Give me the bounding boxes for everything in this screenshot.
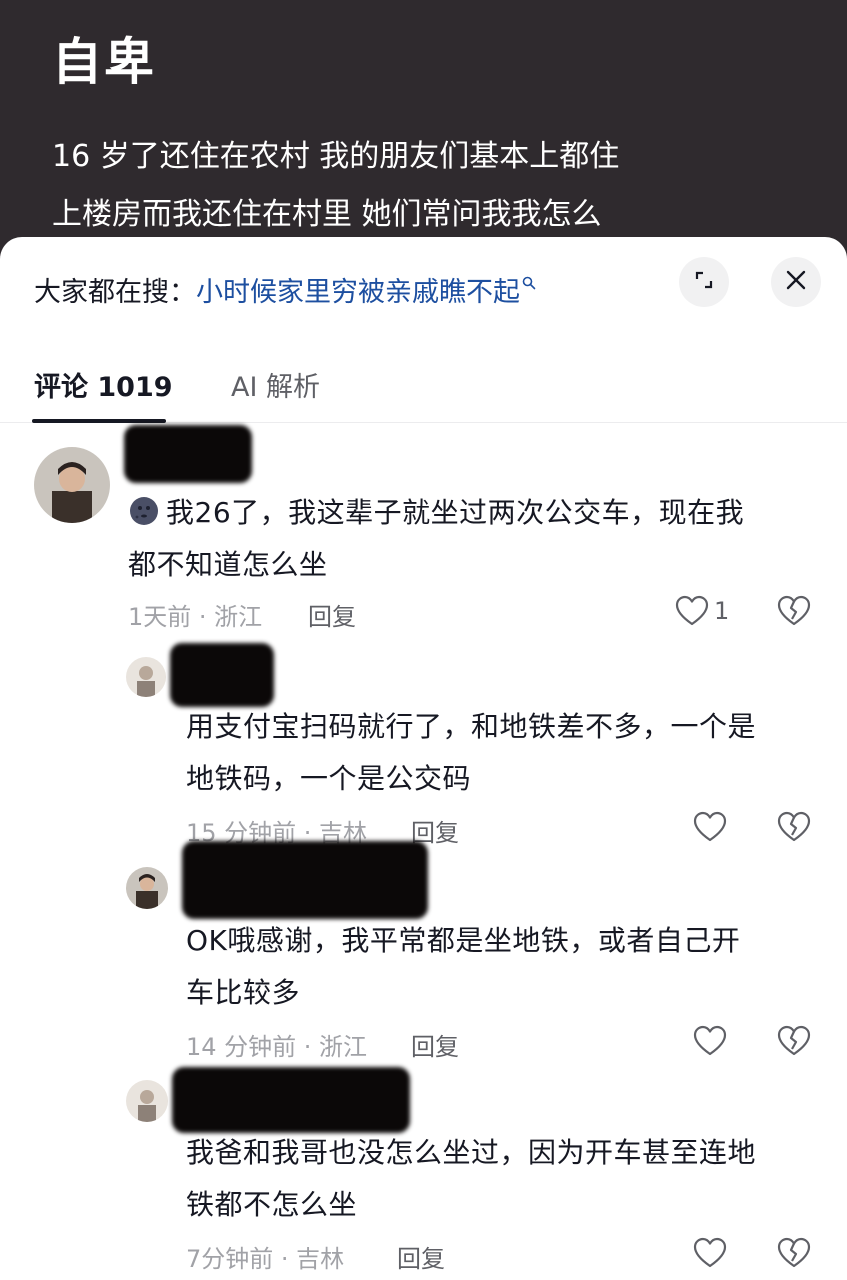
reply-item: OK哦感谢，我平常都是坐地铁，或者自己开 车比较多 14 分钟前 · 浙江 回复 [0,841,847,1062]
comment-meta: 14 分钟前 · 浙江 [186,1033,368,1061]
heart-outline-icon[interactable] [675,595,709,631]
comment-text: 我26了，我这辈子就坐过两次公交车，现在我 都不知道怎么坐 [128,487,828,591]
broken-heart-icon[interactable] [777,811,811,847]
broken-heart-icon[interactable] [777,1237,811,1273]
comment-item: 我26了，我这辈子就坐过两次公交车，现在我 都不知道怎么坐 1天前 · 浙江 回… [0,425,847,631]
comment-text-line2: 地铁码，一个是公交码 [186,762,472,795]
comment-text-line2: 铁都不怎么坐 [186,1188,358,1221]
post-body: 16 岁了还住在农村 我的朋友们基本上都住 上楼房而我还住在村里 她们常问我我怎… [52,128,732,244]
expand-button[interactable] [679,257,729,307]
broken-heart-icon[interactable] [777,1025,811,1061]
active-tab-indicator [32,419,166,423]
comment-text-line1: 用支付宝扫码就行了，和地铁差不多，一个是 [186,710,757,743]
avatar[interactable] [34,447,110,523]
like-count: 1 [714,597,730,625]
comment-meta: 1天前 · 浙江 [128,603,263,631]
tab-comments[interactable]: 评论 1019 [34,365,173,404]
username-redacted[interactable] [172,1067,410,1133]
post-body-line: 16 岁了还住在农村 我的朋友们基本上都住 [52,139,620,174]
comment-text: 用支付宝扫码就行了，和地铁差不多，一个是 地铁码，一个是公交码 [186,701,826,805]
avatar[interactable] [126,657,166,697]
post-background: 自卑 16 岁了还住在农村 我的朋友们基本上都住 上楼房而我还住在村里 她们常问… [0,0,847,260]
comment-text-line1: 我爸和我哥也没怎么坐过，因为开车甚至连地 [186,1136,757,1169]
broken-heart-icon[interactable] [777,595,811,631]
reply-button[interactable]: 回复 [308,597,356,632]
heart-outline-icon[interactable] [693,1237,727,1273]
comment-text-line1: OK哦感谢，我平常都是坐地铁，或者自己开 [186,924,741,957]
comment-text-line2: 车比较多 [186,976,301,1009]
heart-outline-icon[interactable] [693,1025,727,1061]
post-title: 自卑 [52,33,156,91]
trending-search-term[interactable]: 小时候家里穷被亲戚瞧不起 [196,270,520,309]
avatar[interactable] [126,1080,168,1122]
comment-text: 我爸和我哥也没怎么坐过，因为开车甚至连地 铁都不怎么坐 [186,1127,826,1231]
new-moon-emoji-icon [128,492,160,525]
expand-icon [693,269,715,295]
trending-search-prefix: 大家都在搜： [34,276,196,308]
username-redacted[interactable] [182,841,428,919]
heart-outline-icon[interactable] [693,811,727,847]
avatar[interactable] [126,867,168,909]
post-body-line: 上楼房而我还住在村里 她们常问我我怎么 [52,197,602,232]
comment-text: OK哦感谢，我平常都是坐地铁，或者自己开 车比较多 [186,915,826,1019]
comment-text-line: 我26了，我这辈子就坐过两次公交车，现在我 [128,487,828,539]
username-redacted[interactable] [124,425,252,483]
comment-text-line2: 都不知道怎么坐 [128,548,328,581]
tab-ai-analysis[interactable]: AI 解析 [231,365,320,404]
reply-item: 我爸和我哥也没怎么坐过，因为开车甚至连地 铁都不怎么坐 7分钟前 · 吉林 回复 [0,1063,847,1280]
close-icon [785,269,807,295]
comments-sheet: 大家都在搜： 小时候家里穷被亲戚瞧不起 评论 1019 AI 解析 我26了，我… [0,237,847,1280]
reply-button[interactable]: 回复 [397,1239,445,1274]
tab-bar: 评论 1019 AI 解析 [0,357,847,423]
search-icon [522,274,536,295]
reply-item: 用支付宝扫码就行了，和地铁差不多，一个是 地铁码，一个是公交码 15 分钟前 ·… [0,637,847,847]
comment-text-line1: 我26了，我这辈子就坐过两次公交车，现在我 [166,496,745,529]
close-button[interactable] [771,257,821,307]
username-redacted[interactable] [170,643,274,707]
trending-search[interactable]: 大家都在搜： 小时候家里穷被亲戚瞧不起 [34,267,536,311]
reply-button[interactable]: 回复 [411,1027,459,1062]
comment-meta: 7分钟前 · 吉林 [186,1245,345,1273]
